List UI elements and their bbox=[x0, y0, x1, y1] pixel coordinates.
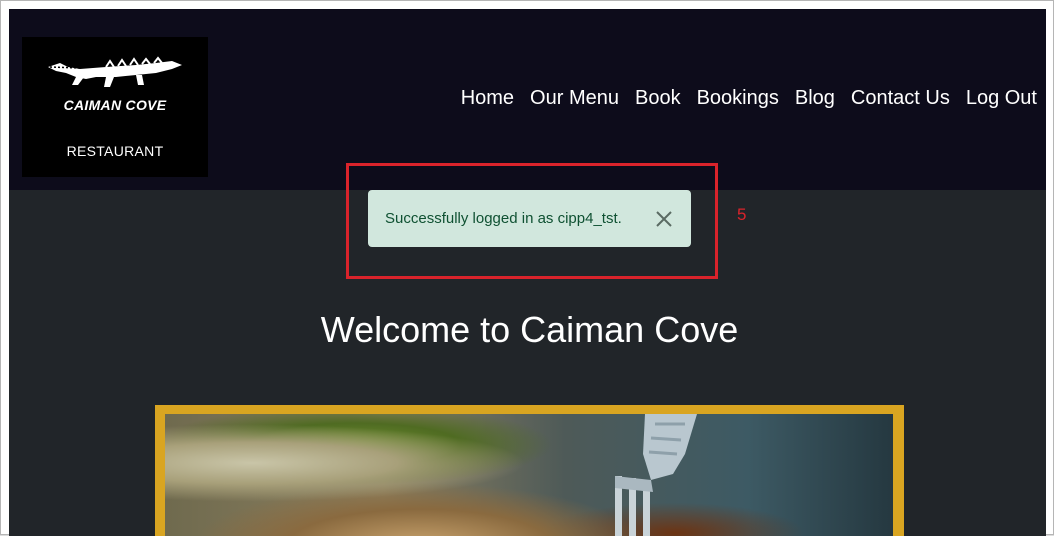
nav-log-out[interactable]: Log Out bbox=[966, 87, 1037, 110]
hero-frame bbox=[155, 405, 904, 536]
food-photo bbox=[165, 414, 893, 536]
logo[interactable]: CAIMAN COVE RESTAURANT bbox=[22, 37, 208, 177]
logo-title: CAIMAN COVE bbox=[63, 97, 167, 113]
browser-frame: CAIMAN COVE RESTAURANT Home Our Menu Boo… bbox=[0, 0, 1054, 536]
nav-blog[interactable]: Blog bbox=[795, 87, 835, 110]
nav-contact-us[interactable]: Contact Us bbox=[851, 87, 950, 110]
page-title: Welcome to Caiman Cove bbox=[320, 309, 739, 350]
caiman-icon bbox=[48, 56, 182, 87]
annotation-number: 5 bbox=[737, 205, 747, 224]
nav-home[interactable]: Home bbox=[461, 87, 514, 110]
logo-subtitle: RESTAURANT bbox=[66, 143, 164, 159]
nav-bookings[interactable]: Bookings bbox=[697, 87, 779, 110]
nav-book[interactable]: Book bbox=[635, 87, 681, 110]
main-nav: Home Our Menu Book Bookings Blog Contact… bbox=[461, 87, 1037, 110]
annotation-box bbox=[346, 163, 718, 279]
fork-graphic bbox=[615, 414, 697, 536]
nav-our-menu[interactable]: Our Menu bbox=[530, 87, 619, 110]
page: CAIMAN COVE RESTAURANT Home Our Menu Boo… bbox=[9, 9, 1046, 536]
